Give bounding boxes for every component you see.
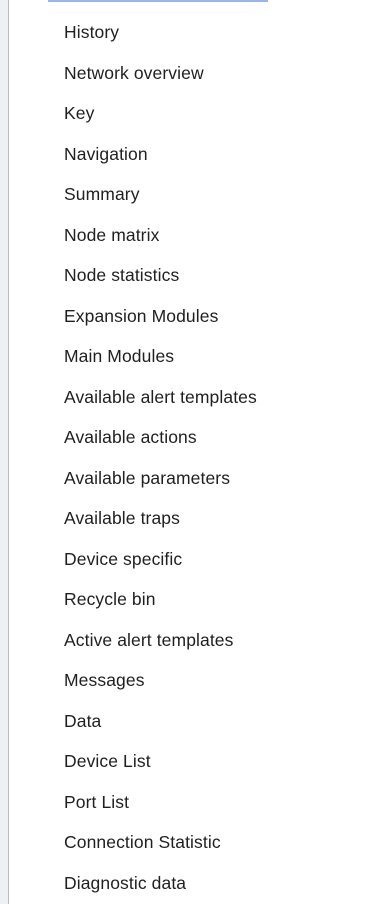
menu-item-port-list[interactable]: Port List: [10, 782, 369, 823]
window-left-edge: [0, 0, 9, 904]
menu-item-history[interactable]: History: [10, 12, 369, 53]
menu-item-messages[interactable]: Messages: [10, 660, 369, 701]
menu-item-expansion-modules[interactable]: Expansion Modules: [10, 296, 369, 337]
menu-item-active-alert-templates[interactable]: Active alert templates: [10, 620, 369, 661]
menu-item-navigation[interactable]: Navigation: [10, 134, 369, 175]
menu-item-summary[interactable]: Summary: [10, 174, 369, 215]
menu-item-key[interactable]: Key: [10, 93, 369, 134]
menu-item-device-list[interactable]: Device List: [10, 741, 369, 782]
menu-item-available-alert-templates[interactable]: Available alert templates: [10, 377, 369, 418]
menu-item-node-statistics[interactable]: Node statistics: [10, 255, 369, 296]
menu-item-available-parameters[interactable]: Available parameters: [10, 458, 369, 499]
menu-item-diagnostic-data[interactable]: Diagnostic data: [10, 863, 369, 904]
menu-item-data[interactable]: Data: [10, 701, 369, 742]
menu-item-device-specific[interactable]: Device specific: [10, 539, 369, 580]
menu-item-main-modules[interactable]: Main Modules: [10, 336, 369, 377]
menu-top-accent: [48, 0, 268, 2]
menu-item-recycle-bin[interactable]: Recycle bin: [10, 579, 369, 620]
menu-item-connection-statistic[interactable]: Connection Statistic: [10, 822, 369, 863]
menu-item-available-traps[interactable]: Available traps: [10, 498, 369, 539]
view-menu-list: History Network overview Key Navigation …: [10, 12, 369, 903]
menu-item-network-overview[interactable]: Network overview: [10, 53, 369, 94]
menu-item-available-actions[interactable]: Available actions: [10, 417, 369, 458]
menu-item-node-matrix[interactable]: Node matrix: [10, 215, 369, 256]
